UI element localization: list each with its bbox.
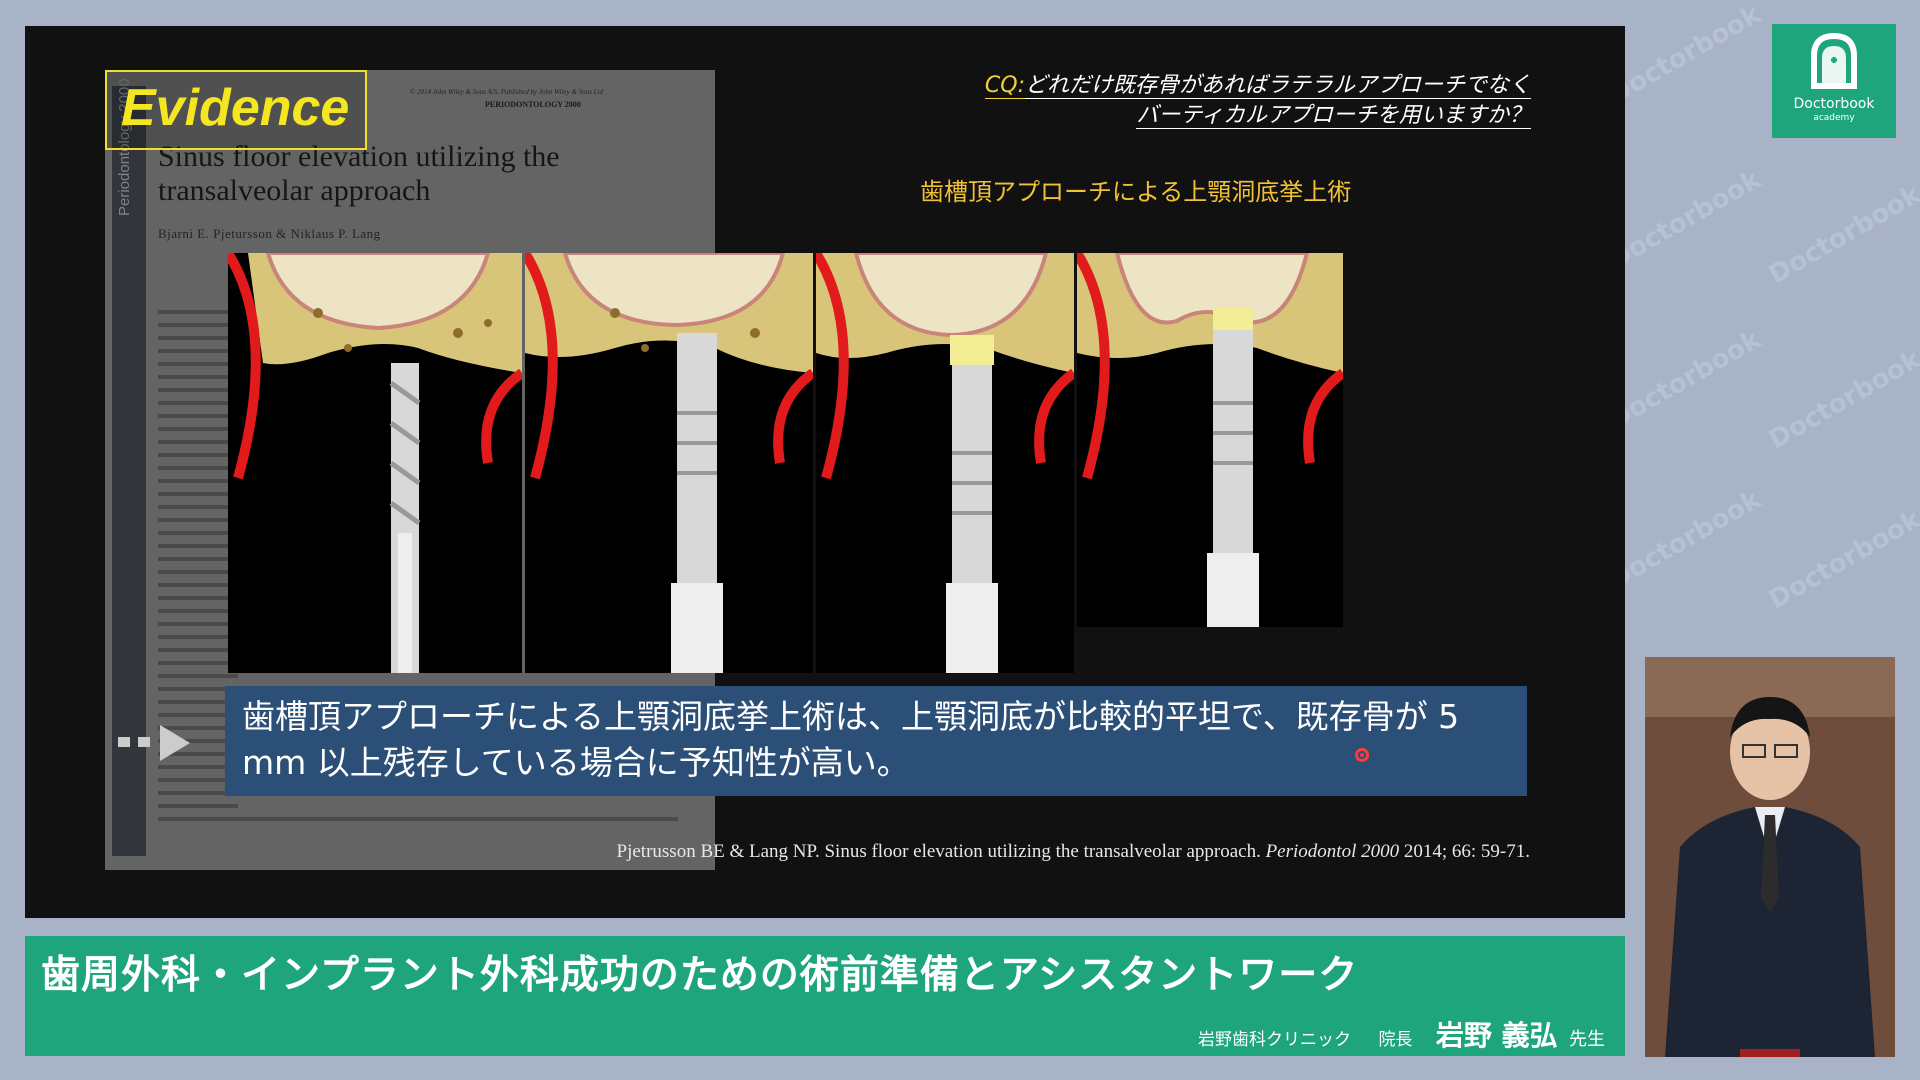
clinic-name: 岩野歯科クリニック [1198, 1030, 1352, 1050]
watermark: Doctorbook [1603, 484, 1766, 596]
watermark: Doctorbook [1763, 344, 1920, 456]
reference: Pjetrusson BE & Lang NP. Sinus floor ele… [616, 841, 1530, 862]
drill-illustration [228, 253, 522, 673]
watermark: Doctorbook [1763, 179, 1920, 291]
logo-text: Doctorbook [1793, 96, 1875, 112]
paper-authors: Bjarni E. Pjetursson & Niklaus P. Lang [158, 226, 381, 241]
procedure-panel-sinus-lift [1077, 253, 1343, 627]
watermark: Doctorbook [1603, 324, 1766, 436]
paper-copyright: © 2014 John Wiley & Sons A/S. Published … [410, 88, 604, 96]
paper-journal: PERIODONTOLOGY 2000 [485, 100, 581, 109]
clinical-question: CQ:どれだけ既存骨があればラテラルアプローチでなく バーティカルアプローチを用… [984, 71, 1531, 131]
watermark: Doctorbook [1763, 504, 1920, 616]
logo-subtext: academy [1813, 113, 1855, 123]
evidence-badge: Evidence [105, 70, 367, 150]
sinus-lift-illustration [1077, 253, 1343, 627]
procedure-panel-drill [228, 253, 522, 673]
presenter-role: 院長 [1378, 1030, 1413, 1050]
academy-arch-icon [1811, 32, 1857, 89]
laser-pointer [1355, 748, 1369, 762]
presenter-honorific: 先生 [1569, 1029, 1605, 1050]
lecture-title: 歯周外科・インプラント外科成功のための術前準備とアシスタントワーク [41, 953, 1359, 998]
speaker-video [1645, 657, 1895, 1057]
cq-prefix: CQ: [984, 73, 1025, 99]
osteotome-illustration [816, 253, 1074, 673]
slide: Periodontology 2000 © 2014 John Wiley & … [25, 26, 1625, 918]
procedure-panel-osteotome-1 [525, 253, 813, 673]
watermark: Doctorbook [1603, 164, 1766, 276]
speaker-illustration [1645, 657, 1895, 1057]
paper-title: Sinus floor elevation utilizing the tran… [158, 140, 560, 207]
explanation-text: 歯槽頂アプローチによる上顎洞底挙上術は、上顎洞底が比較的平坦で、既存骨が 5 m… [242, 697, 1460, 782]
procedure-panel-osteotome-2 [816, 253, 1074, 673]
presenter-info: 岩野歯科クリニック 院長 岩野 義弘 先生 [1198, 1014, 1605, 1054]
cq-line-1: どれだけ既存骨があればラテラルアプローチでなく [1024, 73, 1531, 99]
osteotome-illustration [525, 253, 813, 673]
cq-line-2: バーティカルアプローチを用いますか？ [1136, 103, 1531, 129]
lecture-title-banner: 歯周外科・インプラント外科成功のための術前準備とアシスタントワーク 岩野歯科クリ… [25, 936, 1625, 1056]
figure-caption: 歯槽頂アプローチによる上顎洞底挙上術 [920, 178, 1352, 206]
watermark: Doctorbook [1603, 0, 1766, 111]
doctorbook-logo: Doctorbook academy [1772, 24, 1896, 138]
presenter-name: 岩野 義弘 [1435, 1019, 1558, 1052]
explanation-box: 歯槽頂アプローチによる上顎洞底挙上術は、上顎洞底が比較的平坦で、既存骨が 5 m… [225, 686, 1527, 796]
play-arrow-icon [118, 725, 190, 761]
